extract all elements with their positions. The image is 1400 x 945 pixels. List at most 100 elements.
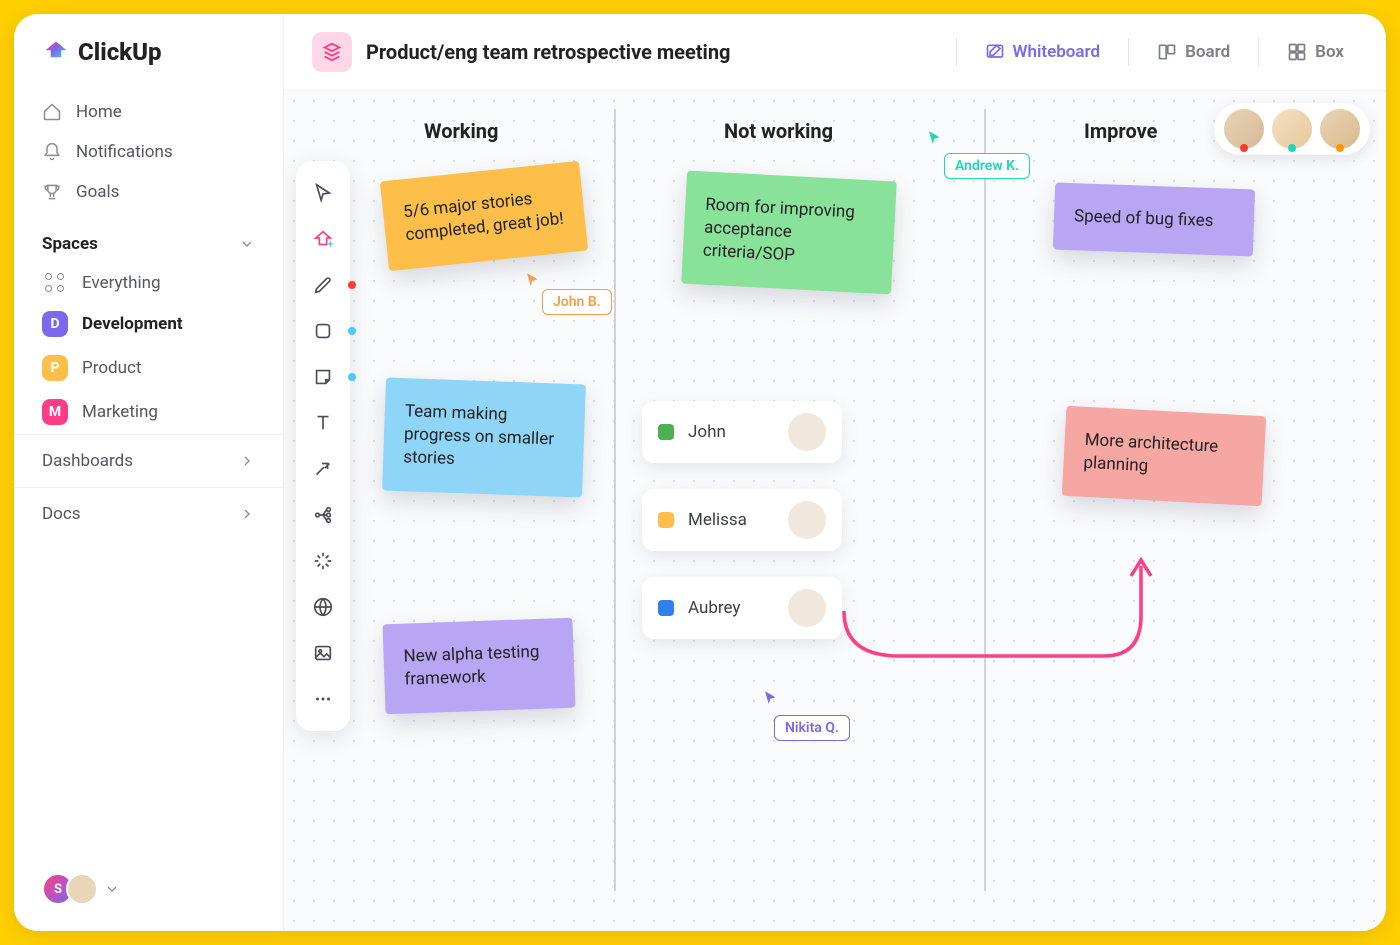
remote-cursor-icon — [762, 689, 780, 707]
space-badge: M — [42, 399, 68, 425]
avatar — [788, 589, 826, 627]
nav-label: Goals — [76, 182, 119, 202]
space-label: Product — [82, 358, 141, 378]
card-user-name: Melissa — [688, 510, 774, 530]
space-product[interactable]: P Product — [14, 346, 283, 390]
chevron-right-icon — [239, 453, 255, 469]
connector-arrow[interactable] — [839, 546, 1169, 676]
svg-text:+: + — [328, 239, 334, 250]
tool-web[interactable] — [302, 587, 344, 627]
space-label: Development — [82, 314, 183, 334]
tool-mindmap[interactable] — [302, 495, 344, 535]
space-badge: D — [42, 311, 68, 337]
card-user-name: John — [688, 422, 774, 442]
sticky-note[interactable]: Team making progress on smaller stories — [382, 378, 586, 498]
space-marketing[interactable]: M Marketing — [14, 390, 283, 434]
tool-image[interactable] — [302, 633, 344, 673]
presence-status-dot — [1288, 144, 1296, 152]
presence-status-dot — [1336, 144, 1344, 152]
avatar — [788, 501, 826, 539]
presence-avatars[interactable] — [1214, 103, 1370, 155]
sidebar-dashboards[interactable]: Dashboards — [14, 434, 283, 487]
remote-cursor-label: Andrew K. — [944, 153, 1030, 179]
divider — [956, 38, 957, 66]
sidebar-footer[interactable]: S — [14, 859, 283, 919]
tool-shape[interactable] — [302, 311, 344, 351]
column-divider — [984, 109, 986, 891]
task-card[interactable]: Melissa — [642, 489, 842, 551]
home-icon — [42, 102, 62, 122]
remote-cursor-icon — [524, 271, 542, 289]
view-tab-board[interactable]: Board — [1143, 34, 1244, 70]
column-header-notworking: Not working — [724, 119, 833, 143]
tool-select[interactable] — [302, 173, 344, 213]
sticky-note[interactable]: Speed of bug fixes — [1053, 183, 1255, 257]
chevron-down-icon — [239, 236, 255, 252]
sidebar: ClickUp Home Notifications Goals Spaces … — [14, 14, 284, 931]
sticky-note[interactable]: More architecture planning — [1062, 406, 1266, 506]
tool-sticky[interactable] — [302, 357, 344, 397]
chevron-right-icon — [239, 506, 255, 522]
remote-cursor-icon — [926, 129, 944, 147]
board-icon — [1157, 42, 1177, 62]
tool-more[interactable] — [302, 679, 344, 719]
nav-goals[interactable]: Goals — [14, 172, 283, 212]
presence-status-dot — [1240, 144, 1248, 152]
logo-text: ClickUp — [78, 38, 162, 66]
divider — [1258, 38, 1259, 66]
column-header-improve: Improve — [1084, 119, 1157, 143]
sticky-note[interactable]: Room for improving acceptance criteria/S… — [681, 171, 897, 295]
view-tab-whiteboard[interactable]: Whiteboard — [971, 34, 1115, 70]
tool-connector[interactable] — [302, 449, 344, 489]
doc-type-icon — [312, 32, 352, 72]
tool-clickup[interactable]: + — [302, 219, 344, 259]
clickup-logo-icon — [42, 38, 70, 66]
remote-cursor-label: John B. — [542, 289, 612, 315]
box-icon — [1287, 42, 1307, 62]
nav-notifications[interactable]: Notifications — [14, 132, 283, 172]
whiteboard-canvas[interactable]: + Working Not working Improve 5/6 major … — [284, 91, 1386, 931]
presence-avatar[interactable] — [1224, 109, 1264, 149]
page-title: Product/eng team retrospective meeting — [366, 40, 730, 64]
task-card[interactable]: Aubrey — [642, 577, 842, 639]
space-label: Marketing — [82, 402, 158, 422]
app-frame: ClickUp Home Notifications Goals Spaces … — [14, 14, 1386, 931]
status-square — [658, 512, 674, 528]
status-square — [658, 424, 674, 440]
sticky-note[interactable]: 5/6 major stories completed, great job! — [380, 161, 588, 271]
bell-icon — [42, 142, 62, 162]
view-tabs: Whiteboard Board Box — [948, 34, 1358, 70]
user-avatar[interactable] — [66, 873, 98, 905]
status-square — [658, 600, 674, 616]
avatar — [788, 413, 826, 451]
nav-label: Notifications — [76, 142, 173, 162]
trophy-icon — [42, 182, 62, 202]
card-user-name: Aubrey — [688, 598, 774, 618]
spaces-header[interactable]: Spaces — [14, 212, 283, 264]
main: Product/eng team retrospective meeting W… — [284, 14, 1386, 931]
chevron-down-icon[interactable] — [104, 881, 120, 897]
sticky-note[interactable]: New alpha testing framework — [382, 618, 575, 714]
whiteboard-toolbar: + — [296, 161, 350, 731]
column-divider — [614, 109, 616, 891]
presence-avatar[interactable] — [1320, 109, 1360, 149]
task-card[interactable]: John — [642, 401, 842, 463]
presence-avatar[interactable] — [1272, 109, 1312, 149]
topbar: Product/eng team retrospective meeting W… — [284, 14, 1386, 91]
space-everything[interactable]: Everything — [14, 264, 283, 302]
tool-ai[interactable] — [302, 541, 344, 581]
tool-pen[interactable] — [302, 265, 344, 305]
space-badge: P — [42, 355, 68, 381]
view-tab-box[interactable]: Box — [1273, 34, 1358, 70]
remote-cursor-label: Nikita Q. — [774, 715, 850, 741]
everything-icon — [45, 273, 65, 293]
nav-home[interactable]: Home — [14, 92, 283, 132]
divider — [1128, 38, 1129, 66]
tool-text[interactable] — [302, 403, 344, 443]
space-development[interactable]: D Development — [14, 302, 283, 346]
sidebar-docs[interactable]: Docs — [14, 487, 283, 540]
space-label: Everything — [82, 273, 161, 293]
whiteboard-icon — [985, 42, 1005, 62]
column-header-working: Working — [424, 119, 498, 143]
logo[interactable]: ClickUp — [14, 38, 283, 92]
